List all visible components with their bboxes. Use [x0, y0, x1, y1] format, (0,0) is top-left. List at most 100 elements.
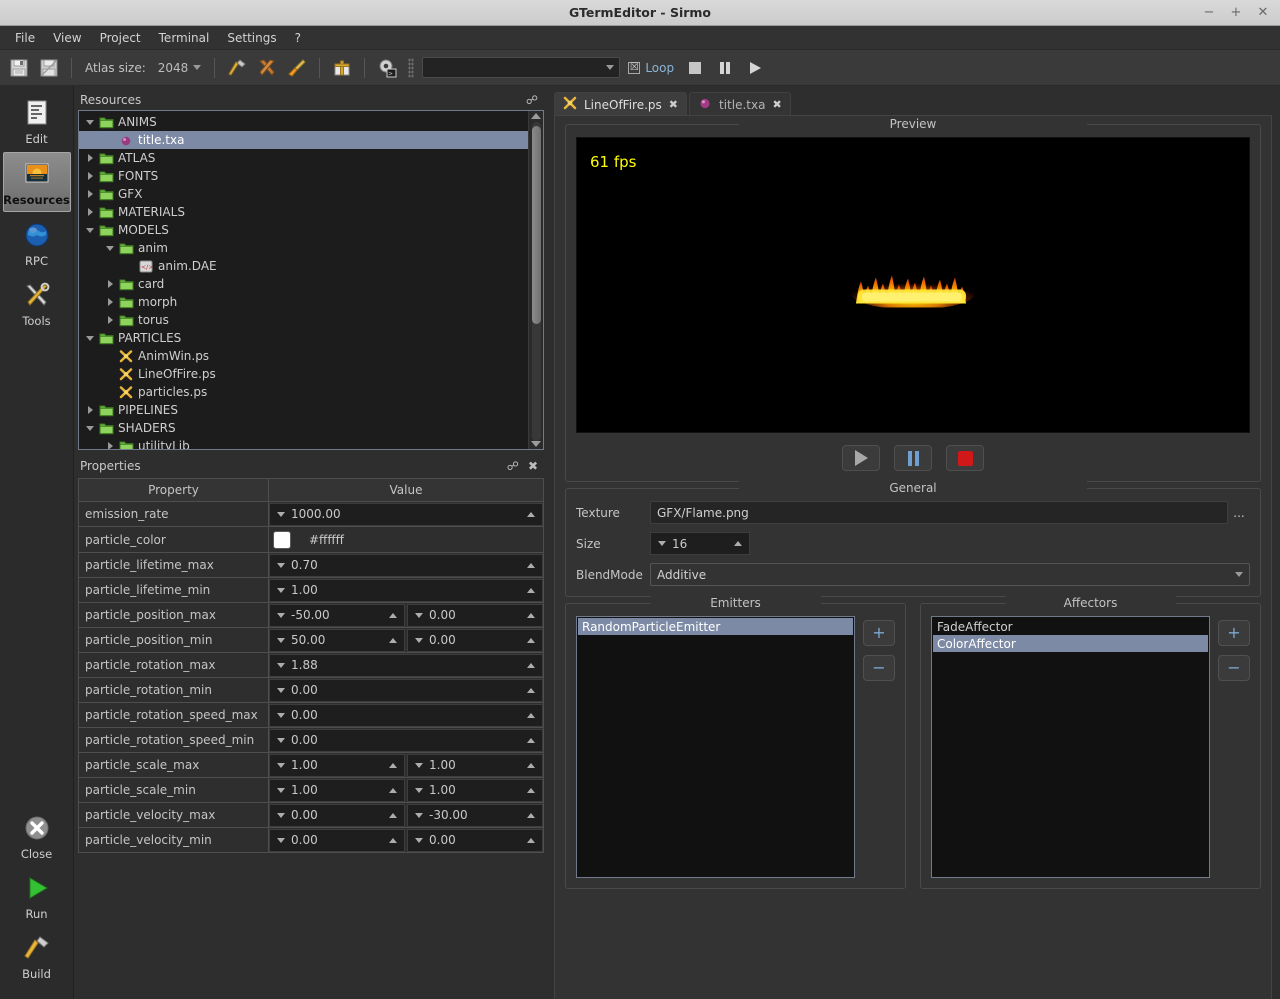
spin-down-icon[interactable] [277, 787, 285, 793]
tree-item[interactable]: anim [79, 239, 528, 257]
value-spinner[interactable]: 0.00 [269, 678, 543, 702]
tree-item[interactable]: SHADERS [79, 419, 528, 437]
chevron-right-icon[interactable] [103, 316, 117, 324]
size-spinner[interactable]: 16 [650, 532, 750, 555]
run-target-combo[interactable] [422, 57, 621, 78]
rail-item-resources[interactable]: Resources [2, 152, 71, 212]
tree-item[interactable]: AnimWin.ps [79, 347, 528, 365]
spin-up-icon[interactable] [734, 541, 742, 546]
spin-down-icon[interactable] [277, 837, 285, 843]
preview-pause-button[interactable] [894, 445, 932, 471]
resources-tree[interactable]: ANIMS title.txa ATLAS FONTS GFX MATERIALS MODE… [79, 111, 528, 449]
spin-up-icon[interactable] [527, 737, 535, 743]
scrollbar-track[interactable] [531, 122, 541, 441]
rebuild-button[interactable] [254, 55, 280, 81]
chevron-right-icon[interactable] [103, 298, 117, 306]
remove-emitter-button[interactable]: − [863, 655, 895, 681]
rail-item-edit[interactable]: Edit [3, 92, 71, 150]
chevron-right-icon[interactable] [83, 172, 97, 180]
chevron-down-icon[interactable] [83, 227, 97, 233]
value-spinner[interactable]: 0.00 [269, 728, 543, 752]
rail-item-close[interactable]: Close [3, 807, 71, 865]
close-icon[interactable]: ✖ [528, 459, 538, 473]
value-spinner[interactable]: 1000.00 [269, 502, 543, 526]
spin-up-icon[interactable] [389, 812, 397, 818]
preview-play-button[interactable] [842, 445, 880, 471]
spin-down-icon[interactable] [277, 762, 285, 768]
tree-item[interactable]: torus [79, 311, 528, 329]
tree-item[interactable]: MATERIALS [79, 203, 528, 221]
package-button[interactable] [329, 55, 355, 81]
value-spinner-x[interactable]: 0.00 [269, 828, 405, 852]
value-spinner[interactable]: 1.00 [269, 578, 543, 602]
terminal-settings-button[interactable]: >_ [374, 55, 400, 81]
tab-close-icon[interactable]: ✖ [669, 98, 678, 111]
value-spinner[interactable]: 1.88 [269, 653, 543, 677]
toolbar-play-button[interactable] [742, 55, 768, 81]
tab-title-txa[interactable]: title.txa ✖ [689, 92, 791, 116]
save-all-button[interactable] [36, 55, 62, 81]
spin-up-icon[interactable] [527, 612, 535, 618]
chevron-down-icon[interactable] [83, 425, 97, 431]
spin-up-icon[interactable] [527, 587, 535, 593]
tree-item[interactable]: LineOfFire.ps [79, 365, 528, 383]
spin-up-icon[interactable] [389, 612, 397, 618]
value-spinner-x[interactable]: 1.00 [269, 778, 405, 802]
spin-down-icon[interactable] [277, 737, 285, 743]
spin-down-icon[interactable] [415, 837, 423, 843]
tree-item[interactable]: </> anim.DAE [79, 257, 528, 275]
emitters-listbox[interactable]: RandomParticleEmitter [576, 616, 855, 878]
spin-up-icon[interactable] [527, 762, 535, 768]
spin-up-icon[interactable] [389, 787, 397, 793]
spin-down-icon[interactable] [277, 562, 285, 568]
spin-up-icon[interactable] [389, 637, 397, 643]
float-window-icon[interactable]: ☍ [526, 93, 538, 107]
clean-button[interactable] [284, 55, 310, 81]
tree-item[interactable]: morph [79, 293, 528, 311]
spin-down-icon[interactable] [277, 812, 285, 818]
spin-down-icon[interactable] [277, 662, 285, 668]
affectors-listbox[interactable]: FadeAffector ColorAffector [931, 616, 1210, 878]
value-spinner[interactable]: 0.70 [269, 553, 543, 577]
spin-up-icon[interactable] [527, 562, 535, 568]
tree-item[interactable]: ATLAS [79, 149, 528, 167]
value-spinner-x[interactable]: 0.00 [269, 803, 405, 827]
toolbar-grip[interactable] [408, 57, 415, 78]
chevron-right-icon[interactable] [83, 154, 97, 162]
scrollbar-thumb[interactable] [531, 126, 541, 324]
tree-item[interactable]: particles.ps [79, 383, 528, 401]
tree-item[interactable]: GFX [79, 185, 528, 203]
spin-down-icon[interactable] [277, 587, 285, 593]
spin-down-icon[interactable] [415, 812, 423, 818]
add-affector-button[interactable]: + [1218, 620, 1250, 646]
tree-item[interactable]: title.txa [79, 131, 528, 149]
scroll-down-icon[interactable] [531, 441, 541, 447]
tree-item[interactable]: card [79, 275, 528, 293]
spin-down-icon[interactable] [277, 612, 285, 618]
atlas-size-dropdown[interactable]: 2048 [154, 61, 206, 75]
chevron-right-icon[interactable] [103, 280, 117, 288]
chevron-right-icon[interactable] [83, 208, 97, 216]
chevron-right-icon[interactable] [83, 406, 97, 414]
value-spinner-y[interactable]: 1.00 [407, 753, 543, 777]
close-icon[interactable]: ✕ [1257, 6, 1269, 19]
texture-input[interactable]: GFX/Flame.png [650, 501, 1228, 524]
loop-checkbox[interactable]: ☒ Loop [624, 61, 678, 75]
spin-down-icon[interactable] [415, 637, 423, 643]
spin-down-icon[interactable] [277, 712, 285, 718]
tab-lineoffire[interactable]: LineOfFire.ps ✖ [554, 92, 687, 116]
color-swatch[interactable] [273, 530, 291, 549]
spin-up-icon[interactable] [527, 787, 535, 793]
value-spinner-y[interactable]: 0.00 [407, 603, 543, 627]
list-item[interactable]: RandomParticleEmitter [578, 618, 853, 635]
value-spinner[interactable]: 0.00 [269, 703, 543, 727]
tree-item[interactable]: FONTS [79, 167, 528, 185]
chevron-down-icon[interactable] [83, 119, 97, 125]
tab-close-icon[interactable]: ✖ [772, 98, 781, 111]
scroll-up-icon[interactable] [531, 113, 541, 119]
value-spinner-y[interactable]: -30.00 [407, 803, 543, 827]
rail-item-run[interactable]: Run [3, 867, 71, 925]
spin-up-icon[interactable] [527, 812, 535, 818]
value-spinner-y[interactable]: 0.00 [407, 628, 543, 652]
menu-file[interactable]: File [6, 28, 44, 48]
